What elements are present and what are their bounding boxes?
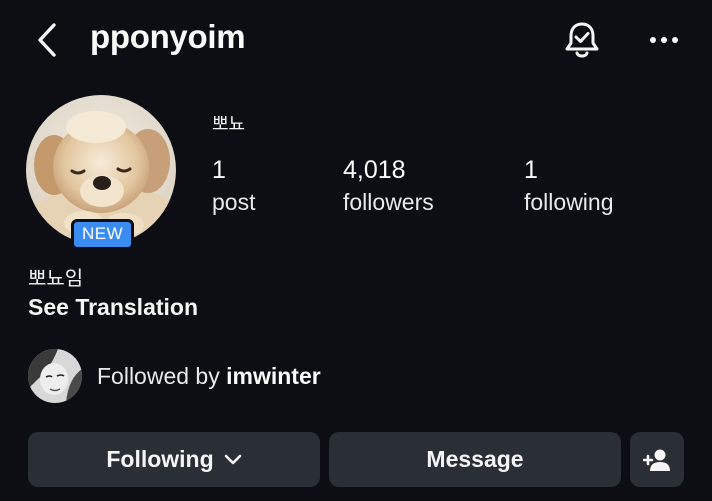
followed-by-user[interactable]: imwinter [226,363,321,389]
followed-by-row: Followed by imwinter [28,348,321,404]
see-translation-link[interactable]: See Translation [28,294,198,321]
stat-following[interactable]: 1 following [524,155,614,219]
stat-posts[interactable]: 1 post [212,155,255,219]
followers-count: 4,018 [343,156,406,184]
following-button[interactable]: Following [28,432,320,487]
profile-screen: pponyoim NEW 뽀뇨 1 post 4,018 followers 1… [0,0,712,501]
follower-avatar[interactable] [28,349,82,403]
following-count: 1 [524,156,538,184]
bio-name: 뽀뇨임 [28,266,84,290]
message-button-label: Message [426,446,524,472]
chevron-down-icon [224,454,242,466]
chevron-left-icon [38,23,56,57]
notifications-button[interactable] [560,18,604,62]
profile-username: pponyoim [90,18,246,55]
posts-count: 1 [212,156,226,184]
followed-by-text: Followed by imwinter [97,363,321,390]
profile-avatar-container: NEW [26,95,176,250]
new-badge: NEW [71,219,135,250]
more-horizontal-icon [650,37,678,43]
display-name: 뽀뇨 [212,114,246,135]
posts-label: post [212,189,256,215]
back-button[interactable] [30,20,64,60]
notification-bell-check-icon [565,22,599,58]
follower-photo [28,349,82,403]
stat-followers[interactable]: 4,018 followers [343,155,434,219]
more-options-button[interactable] [642,22,686,58]
following-button-label: Following [106,446,214,472]
followers-label: followers [343,189,434,215]
followed-by-prefix: Followed by [97,362,220,389]
message-button[interactable]: Message [329,432,621,487]
add-person-icon [643,449,670,471]
following-label: following [524,189,614,215]
suggest-users-button[interactable] [630,432,684,487]
